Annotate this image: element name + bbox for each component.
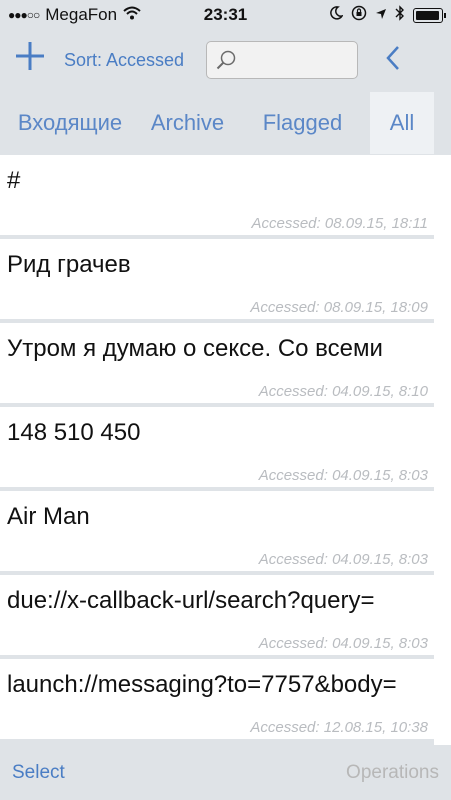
filter-tabs: Входящие Archive Flagged All	[0, 92, 434, 154]
signal-strength: ●●●○○	[8, 8, 40, 22]
list-item-title: Рид грачев	[7, 251, 131, 278]
tab-inbox[interactable]: Входящие	[0, 92, 140, 154]
list-item-title: #	[7, 167, 21, 194]
status-left: ●●●○○ MegaFon	[8, 5, 141, 25]
orientation-lock-icon	[351, 5, 367, 26]
list-item-title: launch://messaging?to=7757&body=	[7, 671, 397, 698]
list-item-title: 148 510 450	[7, 419, 141, 446]
chevron-left-icon	[386, 46, 399, 70]
list-item-accessed: Accessed: 08.09.15, 18:11	[251, 215, 428, 232]
list-item-accessed: Accessed: 04.09.15, 8:03	[258, 635, 428, 652]
sort-button[interactable]: Sort: Accessed	[64, 50, 194, 71]
bluetooth-icon	[395, 4, 405, 26]
select-button[interactable]: Select	[12, 762, 65, 784]
plus-icon	[16, 42, 44, 70]
back-button[interactable]	[384, 44, 402, 76]
tab-archive[interactable]: Archive	[140, 92, 235, 154]
operations-button[interactable]: Operations	[346, 762, 439, 784]
tab-all[interactable]: All	[370, 92, 434, 154]
tab-flagged[interactable]: Flagged	[235, 92, 370, 154]
bottom-toolbar: Select Operations	[0, 745, 451, 800]
list-item-title: Утром я думаю о сексе. Со всеми	[7, 335, 383, 362]
list-item[interactable]: Рид грачев Accessed: 08.09.15, 18:09	[0, 239, 434, 319]
list-item[interactable]: # Accessed: 08.09.15, 18:11	[0, 155, 434, 235]
status-bar: ●●●○○ MegaFon 23:31	[0, 0, 451, 30]
list-scroll-gutter[interactable]	[434, 155, 451, 745]
list-item[interactable]: due://x-callback-url/search?query= Acces…	[0, 575, 434, 655]
list-item[interactable]: Air Man Accessed: 04.09.15, 8:03	[0, 491, 434, 571]
list-item-accessed: Accessed: 04.09.15, 8:10	[258, 383, 428, 400]
list-item-accessed: Accessed: 04.09.15, 8:03	[258, 551, 428, 568]
wifi-icon	[123, 5, 141, 25]
list-item-accessed: Accessed: 08.09.15, 18:09	[250, 299, 428, 316]
list-item[interactable]: Утром я думаю о сексе. Со всеми Accessed…	[0, 323, 434, 403]
status-right	[329, 4, 446, 26]
list-item-title: Air Man	[7, 503, 90, 530]
moon-icon	[329, 5, 344, 25]
list-item[interactable]: 148 510 450 Accessed: 04.09.15, 8:03	[0, 407, 434, 487]
carrier-name: MegaFon	[45, 5, 118, 24]
note-list: # Accessed: 08.09.15, 18:11 Рид грачев A…	[0, 155, 434, 743]
add-button[interactable]	[10, 40, 50, 80]
list-item-title: due://x-callback-url/search?query=	[7, 587, 375, 614]
battery-icon	[413, 7, 446, 23]
list-item-accessed: Accessed: 04.09.15, 8:03	[258, 467, 428, 484]
search-input[interactable]	[206, 41, 358, 79]
list-item[interactable]: launch://messaging?to=7757&body= Accesse…	[0, 659, 434, 739]
toolbar: Sort: Accessed	[0, 30, 451, 90]
list-item-accessed: Accessed: 12.08.15, 10:38	[250, 719, 428, 736]
location-icon	[375, 5, 387, 25]
search-icon	[216, 50, 236, 70]
